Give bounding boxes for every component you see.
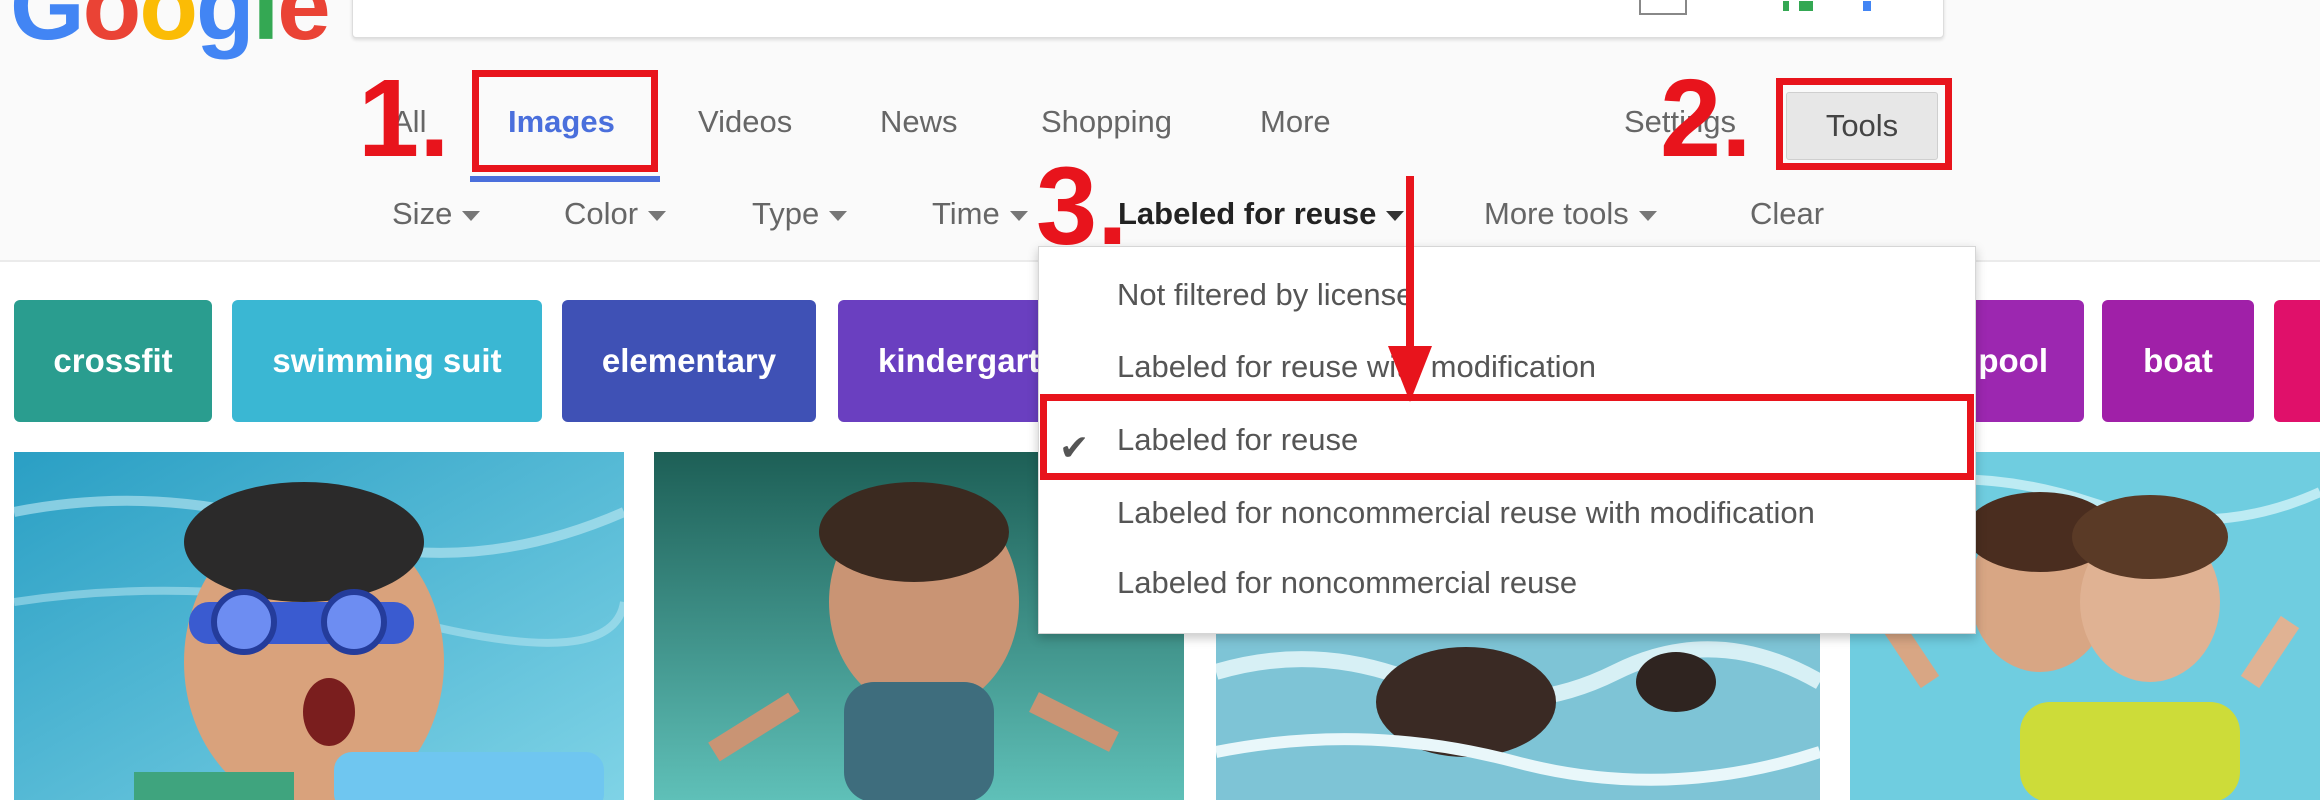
- chip-crossfit[interactable]: crossfit: [14, 300, 212, 422]
- filter-usage-rights-label: Labeled for reuse: [1118, 196, 1377, 231]
- filter-color-label: Color: [564, 196, 639, 231]
- header-bar: Google All Images Videos News Shopping M…: [0, 0, 2320, 262]
- keyboard-icon[interactable]: [1639, 0, 1687, 15]
- menu-item-not-filtered[interactable]: Not filtered by license: [1117, 277, 1413, 313]
- menu-item-noncommercial-reuse[interactable]: Labeled for noncommercial reuse: [1117, 565, 1577, 601]
- annotation-step-3: 3.: [1036, 145, 1128, 268]
- google-logo[interactable]: Google: [10, 0, 331, 62]
- chip-swimming-suit[interactable]: swimming suit: [232, 300, 542, 422]
- tab-news[interactable]: News: [880, 104, 958, 140]
- filter-color[interactable]: Color: [564, 196, 667, 232]
- filter-size-label: Size: [392, 196, 453, 231]
- tab-shopping[interactable]: Shopping: [1041, 104, 1172, 140]
- filter-time-label: Time: [932, 196, 1000, 231]
- annotation-box-labeled-for-reuse: [1040, 394, 1974, 480]
- filter-type-label: Type: [752, 196, 820, 231]
- tab-videos[interactable]: Videos: [698, 104, 792, 140]
- caret-down-icon: [648, 210, 667, 221]
- chip-elementary[interactable]: elementary: [562, 300, 816, 422]
- annotation-step-2: 2.: [1660, 57, 1752, 180]
- filter-size[interactable]: Size: [392, 196, 481, 232]
- search-input[interactable]: [352, 0, 1944, 38]
- tab-more[interactable]: More: [1260, 104, 1331, 140]
- search-icon[interactable]: [1763, 1, 1883, 13]
- annotation-step-1: 1.: [358, 57, 450, 180]
- clear-filters-link[interactable]: Clear: [1750, 196, 1824, 232]
- caret-down-icon: [1009, 210, 1028, 221]
- image-result-1[interactable]: [14, 452, 624, 800]
- chip-boat[interactable]: boat: [2102, 300, 2254, 422]
- annotation-box-tools: [1776, 78, 1952, 170]
- caret-down-icon: [829, 210, 848, 221]
- filter-type[interactable]: Type: [752, 196, 848, 232]
- chip-partial[interactable]: [2274, 300, 2320, 422]
- menu-item-reuse-modification[interactable]: Labeled for reuse with modification: [1117, 349, 1596, 385]
- caret-down-icon: [1638, 210, 1657, 221]
- swimmer-goggles-image: [14, 452, 624, 800]
- filter-more-tools[interactable]: More tools: [1484, 196, 1657, 232]
- filter-more-tools-label: More tools: [1484, 196, 1629, 231]
- annotation-arrow-down-icon: [1388, 176, 1432, 402]
- filter-time[interactable]: Time: [932, 196, 1028, 232]
- menu-item-noncommercial-modification[interactable]: Labeled for noncommercial reuse with mod…: [1117, 495, 1815, 531]
- caret-down-icon: [462, 210, 481, 221]
- filter-usage-rights[interactable]: Labeled for reuse: [1118, 196, 1405, 232]
- active-tab-indicator: [470, 176, 660, 182]
- annotation-box-images: [472, 70, 658, 172]
